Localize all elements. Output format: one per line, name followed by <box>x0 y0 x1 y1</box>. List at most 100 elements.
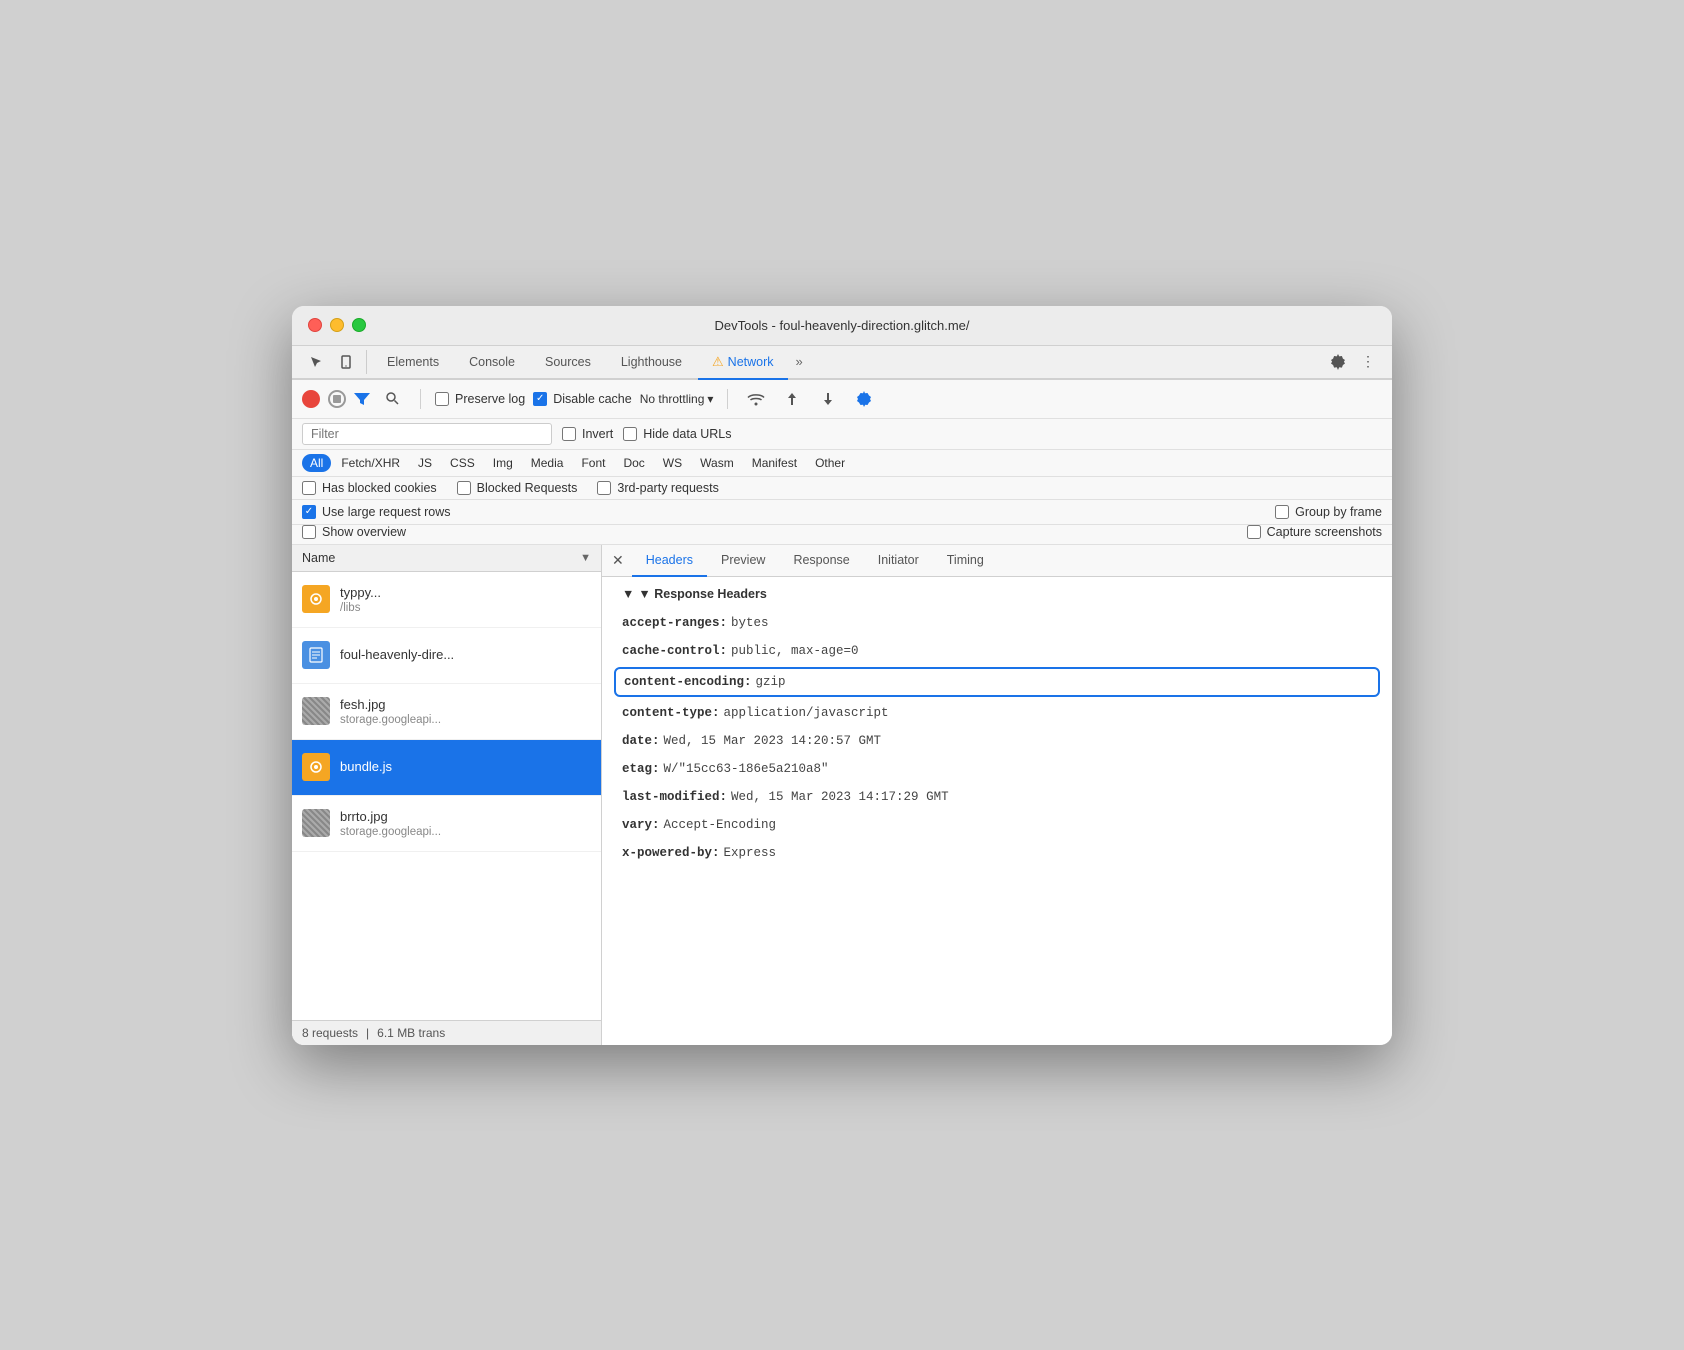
left-panel: Name ▼ typpy... /libs <box>292 545 602 1045</box>
network-toolbar: Preserve log Disable cache No throttling… <box>292 380 1392 419</box>
tab-headers[interactable]: Headers <box>632 545 707 577</box>
hide-data-urls-row: Hide data URLs <box>623 427 731 441</box>
settings-right: Group by frame <box>1275 505 1382 519</box>
file-info: typpy... /libs <box>340 585 381 614</box>
detail-content: ▼ ▼ Response Headers accept-ranges: byte… <box>602 577 1392 1045</box>
large-rows-checkbox[interactable] <box>302 505 316 519</box>
capture-screenshots-row: Capture screenshots <box>1247 525 1382 539</box>
hide-data-urls-checkbox[interactable] <box>623 427 637 441</box>
type-all[interactable]: All <box>302 454 331 472</box>
record-button[interactable] <box>302 390 320 408</box>
header-row: vary: Accept-Encoding <box>622 811 1372 839</box>
tab-response[interactable]: Response <box>779 545 863 577</box>
cursor-icon[interactable] <box>302 348 330 376</box>
upload-icon[interactable] <box>778 385 806 413</box>
devtools-window: DevTools - foul-heavenly-direction.glitc… <box>292 306 1392 1045</box>
tab-network[interactable]: ⚠ Network <box>698 346 788 380</box>
list-item[interactable]: brrto.jpg storage.googleapi... <box>292 796 601 852</box>
download-icon[interactable] <box>814 385 842 413</box>
mobile-icon[interactable] <box>332 348 360 376</box>
type-js[interactable]: JS <box>410 454 440 472</box>
file-list: typpy... /libs foul-heavenly-dire... <box>292 572 601 1020</box>
list-item[interactable]: fesh.jpg storage.googleapi... <box>292 684 601 740</box>
type-doc[interactable]: Doc <box>615 454 652 472</box>
settings-gear-icon[interactable] <box>850 385 878 413</box>
type-filter-bar: All Fetch/XHR JS CSS Img Media Font Doc … <box>292 450 1392 477</box>
type-img[interactable]: Img <box>485 454 521 472</box>
name-column-header[interactable]: Name ▼ <box>292 545 601 572</box>
disable-cache-row: Disable cache <box>533 392 632 406</box>
header-row: cache-control: public, max-age=0 <box>622 637 1372 665</box>
header-row: accept-ranges: bytes <box>622 609 1372 637</box>
show-overview-row: Show overview <box>302 525 406 539</box>
filter-button[interactable] <box>354 391 370 407</box>
search-icon[interactable] <box>378 385 406 413</box>
preserve-log-checkbox[interactable] <box>435 392 449 406</box>
tab-initiator[interactable]: Initiator <box>864 545 933 577</box>
header-row: date: Wed, 15 Mar 2023 14:20:57 GMT <box>622 727 1372 755</box>
invert-row: Invert <box>562 427 613 441</box>
tab-preview[interactable]: Preview <box>707 545 779 577</box>
list-item[interactable]: typpy... /libs <box>292 572 601 628</box>
type-other[interactable]: Other <box>807 454 853 472</box>
third-party-checkbox[interactable] <box>597 481 611 495</box>
sep2 <box>727 389 728 409</box>
more-menu-icon[interactable]: ⋮ <box>1354 348 1382 376</box>
settings-left: Use large request rows <box>302 505 451 519</box>
settings-left-2: Show overview <box>302 525 406 539</box>
header-row: content-encoding: gzip <box>614 667 1380 697</box>
blocked-cookies-row: Has blocked cookies <box>302 481 437 495</box>
window-title: DevTools - foul-heavenly-direction.glitc… <box>714 318 969 333</box>
blocked-requests-checkbox[interactable] <box>457 481 471 495</box>
list-item[interactable]: foul-heavenly-dire... <box>292 628 601 684</box>
file-info: foul-heavenly-dire... <box>340 647 454 664</box>
tab-elements[interactable]: Elements <box>373 347 453 379</box>
close-button[interactable] <box>308 318 322 332</box>
wifi-icon[interactable] <box>742 385 770 413</box>
headers-list: accept-ranges: bytescache-control: publi… <box>622 609 1372 867</box>
throttle-select[interactable]: No throttling ▾ <box>640 392 714 406</box>
capture-screenshots-checkbox[interactable] <box>1247 525 1261 539</box>
image-thumbnail <box>302 697 330 725</box>
large-rows-row: Use large request rows <box>302 505 451 519</box>
image-thumbnail-2 <box>302 809 330 837</box>
type-ws[interactable]: WS <box>655 454 690 472</box>
file-info-selected: bundle.js <box>340 759 392 776</box>
type-css[interactable]: CSS <box>442 454 483 472</box>
settings-row-2: Show overview Capture screenshots <box>292 525 1392 545</box>
list-item[interactable]: bundle.js <box>292 740 601 796</box>
type-manifest[interactable]: Manifest <box>744 454 805 472</box>
tab-timing[interactable]: Timing <box>933 545 998 577</box>
header-row: last-modified: Wed, 15 Mar 2023 14:17:29… <box>622 783 1372 811</box>
group-by-frame-checkbox[interactable] <box>1275 505 1289 519</box>
stop-button[interactable] <box>328 390 346 408</box>
type-media[interactable]: Media <box>523 454 572 472</box>
blocked-cookies-checkbox[interactable] <box>302 481 316 495</box>
filter-input[interactable] <box>302 423 552 445</box>
tab-sources[interactable]: Sources <box>531 347 605 379</box>
sort-arrow-icon: ▼ <box>580 552 591 564</box>
tab-console[interactable]: Console <box>455 347 529 379</box>
main-tab-bar: Elements Console Sources Lighthouse ⚠ Ne… <box>292 346 1392 380</box>
close-detail-button[interactable]: ✕ <box>612 546 632 575</box>
invert-checkbox[interactable] <box>562 427 576 441</box>
header-row: etag: W/"15cc63-186e5a210a8" <box>622 755 1372 783</box>
show-overview-checkbox[interactable] <box>302 525 316 539</box>
blocked-requests-row: Blocked Requests <box>457 481 578 495</box>
type-fetch-xhr[interactable]: Fetch/XHR <box>333 454 408 472</box>
group-by-frame-row: Group by frame <box>1275 505 1382 519</box>
traffic-lights <box>308 318 366 332</box>
settings-icon[interactable] <box>1324 348 1352 376</box>
disable-cache-checkbox[interactable] <box>533 392 547 406</box>
main-content: Name ▼ typpy... /libs <box>292 545 1392 1045</box>
separator <box>420 389 421 409</box>
tab-more[interactable]: » <box>790 346 809 377</box>
minimize-button[interactable] <box>330 318 344 332</box>
js-file-icon <box>302 585 330 613</box>
type-wasm[interactable]: Wasm <box>692 454 742 472</box>
response-headers-section[interactable]: ▼ ▼ Response Headers <box>622 587 1372 601</box>
type-font[interactable]: Font <box>573 454 613 472</box>
tab-lighthouse[interactable]: Lighthouse <box>607 347 696 379</box>
preserve-log-row: Preserve log <box>435 392 525 406</box>
maximize-button[interactable] <box>352 318 366 332</box>
